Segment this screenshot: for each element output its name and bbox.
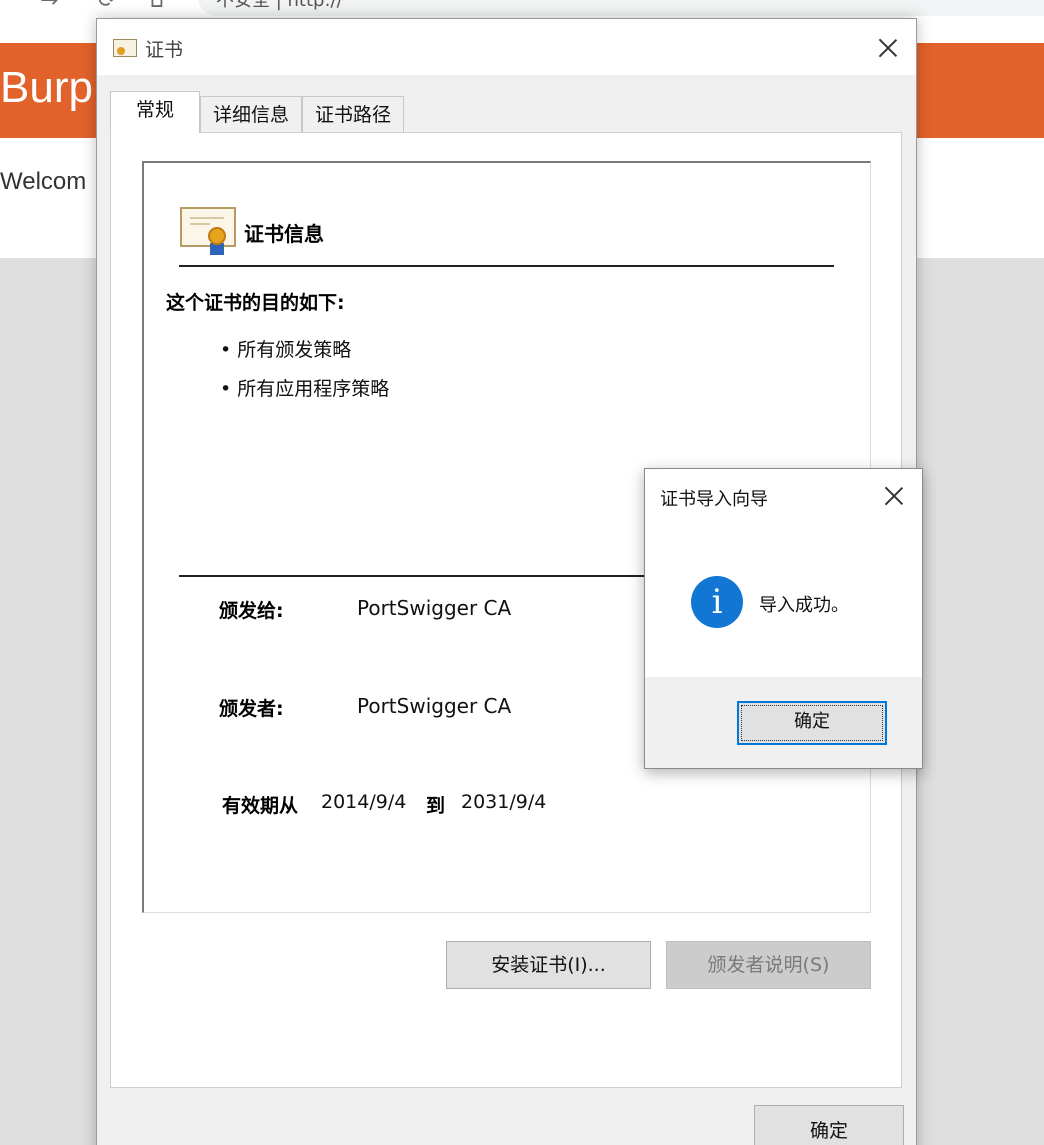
address-text: 不安全 | http://: [216, 0, 343, 11]
purpose-item: • 所有颁发策略: [220, 339, 352, 361]
browser-toolbar: → ⟳ ⌂ 不安全 | http://: [0, 0, 1044, 18]
address-bar[interactable]: 不安全 | http://: [198, 0, 1044, 16]
ok-button[interactable]: 确定: [754, 1105, 904, 1145]
divider: [179, 265, 834, 267]
validity-label: 有效期从: [222, 795, 299, 817]
tab-general[interactable]: 常规: [110, 91, 200, 133]
issued-by-label: 颁发者:: [219, 698, 284, 720]
certificate-info-heading: 证书信息: [244, 222, 324, 246]
dialog-title: 证书导入向导: [660, 489, 768, 510]
validity-to-word: 到: [426, 795, 446, 817]
welcome-text: Welcom: [0, 168, 87, 195]
issued-to-value: PortSwigger CA: [357, 596, 512, 620]
tab-certification-path[interactable]: 证书路径: [302, 96, 404, 133]
dialog-footer: 确定: [645, 677, 922, 768]
ok-button[interactable]: 确定: [737, 701, 887, 745]
install-certificate-button[interactable]: 安装证书(I)...: [446, 941, 651, 989]
issuer-statement-button[interactable]: 颁发者说明(S): [666, 941, 871, 989]
import-success-message: 导入成功。: [759, 595, 849, 616]
certificate-icon: [180, 207, 236, 255]
purpose-item: • 所有应用程序策略: [220, 378, 390, 400]
banner-title: Burp: [0, 63, 93, 112]
issued-to-label: 颁发给:: [219, 600, 284, 622]
certificate-icon: [113, 39, 137, 57]
home-icon[interactable]: ⌂: [150, 0, 164, 13]
valid-from-date: 2014/9/4: [321, 791, 407, 813]
issued-by-value: PortSwigger CA: [357, 694, 512, 718]
close-icon[interactable]: [877, 37, 899, 59]
info-icon: i: [691, 576, 743, 628]
dialog-title: 证书: [145, 39, 184, 61]
reload-icon[interactable]: ⟳: [98, 0, 116, 13]
valid-to-date: 2031/9/4: [461, 791, 547, 813]
close-icon[interactable]: [883, 485, 905, 507]
purpose-heading: 这个证书的目的如下:: [166, 292, 345, 314]
tab-details[interactable]: 详细信息: [200, 96, 302, 133]
import-wizard-dialog: 证书导入向导 i 导入成功。 确定: [644, 468, 923, 769]
forward-arrow-icon[interactable]: →: [40, 0, 58, 13]
certificate-titlebar: 证书: [97, 19, 916, 75]
